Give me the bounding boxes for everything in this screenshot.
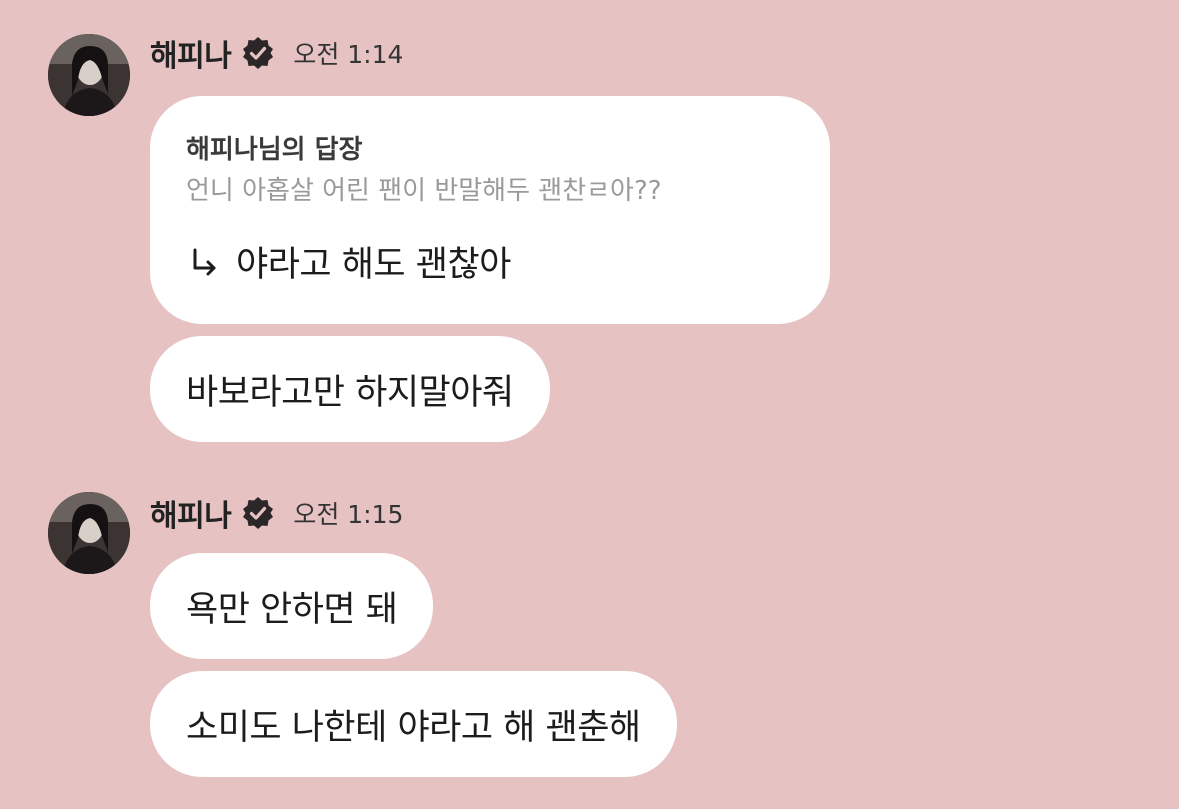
message-text: 바보라고만 하지말아줘 [186,372,514,413]
reply-message-bubble[interactable]: 해피나님의 답장 언니 아홉살 어린 팬이 반말해두 괜찬ㄹ아?? 야라고 해도… [150,96,830,324]
reply-quoted-text: 언니 아홉살 어린 팬이 반말해두 괜찬ㄹ아?? [186,176,662,206]
message-header: 해피나 오전 1:14 [150,31,403,75]
reply-answer-text: 야라고 해도 괜찮아 [236,245,511,285]
message-header: 해피나 오전 1:15 [150,491,403,535]
avatar-photo [48,492,130,574]
reply-arrow-icon [186,244,222,280]
message-text: 소미도 나한테 야라고 해 괜춘해 [186,707,641,748]
reply-title: 해피나님의 답장 [186,135,363,165]
message-bubble[interactable]: 욕만 안하면 돼 [150,553,434,659]
message-bubble[interactable]: 바보라고만 하지말아줘 [150,336,550,442]
avatar-photo [48,34,130,116]
sender-name[interactable]: 해피나 [150,31,232,75]
timestamp: 오전 1:15 [293,500,404,529]
avatar[interactable] [48,34,130,116]
reply-answer: 야라고 해도 괜찮아 [186,236,794,287]
timestamp: 오전 1:14 [293,40,404,69]
sender-name[interactable]: 해피나 [150,491,232,535]
verified-badge-icon [241,36,275,70]
message-bubble[interactable]: 소미도 나한테 야라고 해 괜춘해 [150,671,677,777]
avatar[interactable] [48,492,130,574]
verified-badge-icon [241,496,275,530]
message-text: 욕만 안하면 돼 [186,589,398,630]
